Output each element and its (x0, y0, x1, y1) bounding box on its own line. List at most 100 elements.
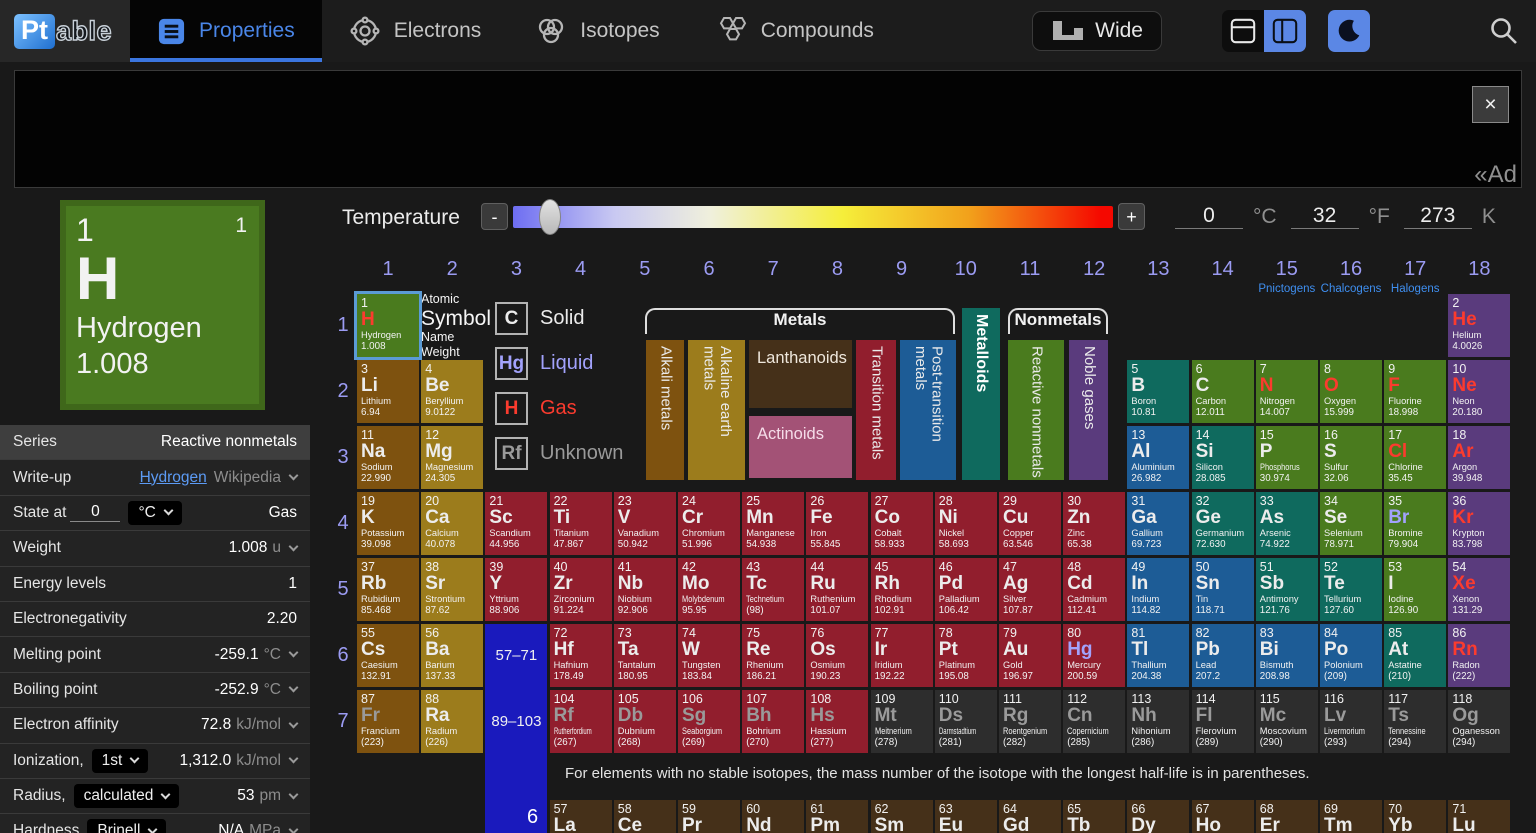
ad-close-button[interactable]: × (1472, 86, 1509, 123)
legend-transition-metals[interactable]: Transition metals (856, 340, 896, 480)
element-cell-Eu[interactable]: 63Eu (935, 800, 997, 833)
chevron-down-icon[interactable] (289, 825, 299, 833)
element-cell-Tb[interactable]: 65Tb (1063, 800, 1125, 833)
element-cell-Cn[interactable]: 112CnCopernicium(285) (1063, 690, 1125, 753)
element-cell-Cr[interactable]: 24CrChromium51.996 (678, 492, 740, 555)
element-cell-N[interactable]: 7NNitrogen14.007 (1256, 360, 1318, 423)
ionization-order-select[interactable]: 1st (92, 749, 149, 773)
side-panel-layout-button[interactable] (1264, 10, 1306, 52)
element-cell-Mn[interactable]: 25MnManganese54.938 (742, 492, 804, 555)
element-cell-Rn[interactable]: 86RnRadon(222) (1448, 624, 1510, 687)
hardness-type-select[interactable]: Brinell (87, 819, 166, 833)
element-cell-I[interactable]: 53IIodine126.90 (1384, 558, 1446, 621)
element-cell-Sc[interactable]: 21ScScandium44.956 (485, 492, 547, 555)
element-cell-W[interactable]: 74WTungsten183.84 (678, 624, 740, 687)
element-cell-Xe[interactable]: 54XeXenon131.29 (1448, 558, 1510, 621)
element-cell-Bh[interactable]: 107BhBohrium(270) (742, 690, 804, 753)
element-cell-Ir[interactable]: 77IrIridium192.22 (871, 624, 933, 687)
radius-type-select[interactable]: calculated (74, 784, 180, 808)
element-cell-Cl[interactable]: 17ClChlorine35.45 (1384, 426, 1446, 489)
element-cell-He[interactable]: 2HeHelium4.0026 (1448, 294, 1510, 357)
element-cell-Rg[interactable]: 111RgRoentgenium(282) (999, 690, 1061, 753)
element-cell-Mo[interactable]: 42MoMolybdenum95.95 (678, 558, 740, 621)
element-cell-Db[interactable]: 105DbDubnium(268) (614, 690, 676, 753)
legend-alkaline-earth-metals[interactable]: Alkaline earth metals (688, 340, 745, 480)
element-cell-Pb[interactable]: 82PbLead207.2 (1192, 624, 1254, 687)
element-cell-Ra[interactable]: 88RaRadium(226) (421, 690, 483, 753)
legend-alkali-metals[interactable]: Alkali metals (646, 340, 684, 480)
element-cell-B[interactable]: 5BBoron10.81 (1127, 360, 1189, 423)
element-cell-Og[interactable]: 118OgOganesson(294) (1448, 690, 1510, 753)
element-cell-Y[interactable]: 39YYttrium88.906 (485, 558, 547, 621)
element-cell-Mc[interactable]: 115McMoscovium(290) (1256, 690, 1318, 753)
group-category-halogens[interactable]: Halogens (1391, 283, 1440, 295)
element-cell-Nh[interactable]: 113NhNihonium(286) (1127, 690, 1189, 753)
element-cell-Ta[interactable]: 73TaTantalum180.95 (614, 624, 676, 687)
chevron-down-icon[interactable] (289, 789, 299, 799)
element-cell-La[interactable]: 57La (550, 800, 612, 833)
tab-isotopes[interactable]: Isotopes (508, 0, 686, 62)
element-cell-Tl[interactable]: 81TlThallium204.38 (1127, 624, 1189, 687)
element-cell-Po[interactable]: 84PoPolonium(209) (1320, 624, 1382, 687)
element-cell-Re[interactable]: 75ReRhenium186.21 (742, 624, 804, 687)
element-cell-Sr[interactable]: 38SrStrontium87.62 (421, 558, 483, 621)
top-panel-layout-button[interactable] (1222, 10, 1264, 52)
element-cell-Yb[interactable]: 70Yb (1384, 800, 1446, 833)
element-cell-Ts[interactable]: 117TsTennessine(294) (1384, 690, 1446, 753)
element-cell-Tc[interactable]: 43TcTechnetium(98) (742, 558, 804, 621)
element-cell-Au[interactable]: 79AuGold196.97 (999, 624, 1061, 687)
element-cell-Al[interactable]: 13AlAluminium26.982 (1127, 426, 1189, 489)
legend-metalloids[interactable]: Metalloids (962, 308, 1000, 480)
element-cell-Lu[interactable]: 71Lu (1448, 800, 1510, 833)
chevron-down-icon[interactable] (289, 648, 299, 658)
element-cell-Zn[interactable]: 30ZnZinc65.38 (1063, 492, 1125, 555)
element-cell-Mg[interactable]: 12MgMagnesium24.305 (421, 426, 483, 489)
element-cell-Bi[interactable]: 83BiBismuth208.98 (1256, 624, 1318, 687)
element-cell-Hf[interactable]: 72HfHafnium178.49 (550, 624, 612, 687)
temperature-slider[interactable] (513, 206, 1113, 228)
element-cell-At[interactable]: 85AtAstatine(210) (1384, 624, 1446, 687)
element-cell-Ho[interactable]: 67Ho (1192, 800, 1254, 833)
element-cell-Gd[interactable]: 64Gd (999, 800, 1061, 833)
element-cell-As[interactable]: 33AsArsenic74.922 (1256, 492, 1318, 555)
element-cell-Ba[interactable]: 56BaBarium137.33 (421, 624, 483, 687)
group-category-pnictogens[interactable]: Pnictogens (1258, 283, 1315, 295)
chevron-down-icon[interactable] (289, 683, 299, 693)
legend-post-transition-metals[interactable]: Post-transition metals (900, 340, 956, 480)
element-cell-Hg[interactable]: 80HgMercury200.59 (1063, 624, 1125, 687)
search-button[interactable] (1488, 15, 1520, 47)
tab-properties[interactable]: Properties (130, 0, 322, 62)
element-cell-Fl[interactable]: 114FlFlerovium(289) (1192, 690, 1254, 753)
ad-choices-label[interactable]: «Ad (1474, 161, 1517, 189)
legend-lanthanoids[interactable]: Lanthanoids (749, 340, 852, 408)
element-cell-Sb[interactable]: 51SbAntimony121.76 (1256, 558, 1318, 621)
element-cell-Tm[interactable]: 69Tm (1320, 800, 1382, 833)
element-cell-Co[interactable]: 27CoCobalt58.933 (871, 492, 933, 555)
element-cell-Rh[interactable]: 45RhRhodium102.91 (871, 558, 933, 621)
element-cell-Er[interactable]: 68Er (1256, 800, 1318, 833)
tab-electrons[interactable]: Electrons (322, 0, 509, 62)
temperature-slider-thumb[interactable] (539, 199, 561, 235)
element-cell-Sn[interactable]: 50SnTin118.71 (1192, 558, 1254, 621)
element-cell-S[interactable]: 16SSulfur32.06 (1320, 426, 1382, 489)
element-cell-Os[interactable]: 76OsOsmium190.23 (806, 624, 868, 687)
element-cell-Pm[interactable]: 61Pm (806, 800, 868, 833)
element-cell-Ca[interactable]: 20CaCalcium40.078 (421, 492, 483, 555)
chevron-down-icon[interactable] (289, 541, 299, 551)
element-cell-Dy[interactable]: 66Dy (1127, 800, 1189, 833)
element-cell-P[interactable]: 15PPhosphorus30.974 (1256, 426, 1318, 489)
lanthanide-range-marker[interactable]: 57–71 (485, 624, 547, 687)
element-cell-Be[interactable]: 4BeBeryllium9.0122 (421, 360, 483, 423)
element-cell-Pt[interactable]: 78PtPlatinum195.08 (935, 624, 997, 687)
element-cell-Si[interactable]: 14SiSilicon28.085 (1192, 426, 1254, 489)
element-cell-Ga[interactable]: 31GaGallium69.723 (1127, 492, 1189, 555)
element-cell-Ge[interactable]: 32GeGermanium72.630 (1192, 492, 1254, 555)
property-row-series[interactable]: Series Reactive nonmetals (0, 425, 310, 460)
element-cell-Br[interactable]: 35BrBromine79.904 (1384, 492, 1446, 555)
temperature-increase-button[interactable]: + (1118, 203, 1145, 230)
element-cell-Se[interactable]: 34SeSelenium78.971 (1320, 492, 1382, 555)
fahrenheit-input[interactable]: 32 (1291, 204, 1359, 229)
element-cell-K[interactable]: 19KPotassium39.098 (357, 492, 419, 555)
element-cell-O[interactable]: 8OOxygen15.999 (1320, 360, 1382, 423)
wikipedia-hydrogen-link[interactable]: Hydrogen (140, 469, 207, 487)
